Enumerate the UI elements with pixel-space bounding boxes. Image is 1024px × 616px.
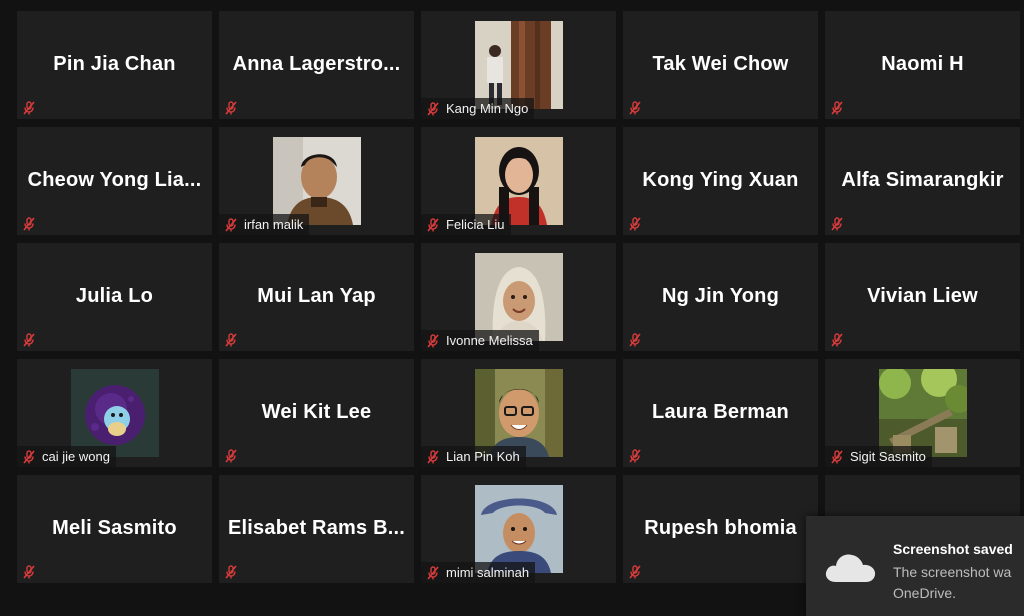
participant-caption: mimi salminah — [421, 562, 536, 583]
participant-tile[interactable]: Mui Lan Yap — [219, 243, 414, 351]
participant-tile[interactable]: Vivian Liew — [825, 243, 1020, 351]
mic-off-icon — [427, 449, 439, 464]
participant-tile[interactable]: cai jie wong — [17, 359, 212, 467]
participant-name: Kong Ying Xuan — [642, 169, 799, 191]
participant-tile[interactable]: mimi salminah — [421, 475, 616, 583]
participant-caption: irfan malik — [219, 214, 310, 235]
participant-tile[interactable]: Kang Min Ngo — [421, 11, 616, 119]
participant-caption: Sigit Sasmito — [825, 446, 932, 467]
mic-off-icon — [831, 101, 843, 115]
mic-off-icon — [23, 101, 35, 115]
participant-tile[interactable]: Sigit Sasmito — [825, 359, 1020, 467]
mic-off-icon — [23, 565, 35, 579]
mic-off-icon — [629, 449, 641, 463]
mic-off-icon — [427, 333, 439, 348]
participant-tile[interactable]: Cheow Yong Lia... — [17, 127, 212, 235]
mic-off-icon — [225, 217, 237, 232]
participant-tile[interactable]: irfan malik — [219, 127, 414, 235]
mic-off-icon — [23, 333, 35, 347]
participant-caption: Felicia Liu — [421, 214, 511, 235]
participant-name: Naomi H — [881, 53, 964, 75]
mic-off-icon — [225, 101, 237, 115]
participant-name: Ivonne Melissa — [446, 333, 533, 348]
participant-tile[interactable]: Kong Ying Xuan — [623, 127, 818, 235]
forest-scene-photo — [878, 369, 967, 457]
participant-tile[interactable]: Anna Lagerstro... — [219, 11, 414, 119]
participant-tile[interactable]: Wei Kit Lee — [219, 359, 414, 467]
mic-off-icon — [831, 333, 843, 347]
participant-caption: Ivonne Melissa — [421, 330, 539, 351]
participant-name: Pin Jia Chan — [53, 53, 176, 75]
participant-name: Ng Jin Yong — [661, 285, 779, 307]
participant-name: Lian Pin Koh — [446, 449, 520, 464]
participant-name: Wei Kit Lee — [261, 401, 372, 423]
participant-name: Felicia Liu — [446, 217, 505, 232]
toast-title: Screenshot saved — [893, 541, 1013, 557]
participant-grid: Pin Jia Chan Anna Lagerstro... Kang Min Ng… — [17, 11, 1020, 583]
mic-off-icon — [225, 449, 237, 463]
cartoon-avatar-photo — [70, 369, 159, 457]
mic-off-icon — [427, 217, 439, 232]
participant-tile[interactable]: Julia Lo — [17, 243, 212, 351]
participant-tile[interactable]: Meli Sasmito — [17, 475, 212, 583]
participant-tile[interactable]: Laura Berman — [623, 359, 818, 467]
mic-off-icon — [427, 565, 439, 580]
participant-name: mimi salminah — [446, 565, 530, 580]
mic-off-icon — [23, 217, 35, 231]
participant-name: Elisabet Rams B... — [228, 517, 405, 539]
participant-name: Julia Lo — [75, 285, 154, 307]
participant-name: cai jie wong — [42, 449, 110, 464]
participant-tile[interactable]: Tak Wei Chow — [623, 11, 818, 119]
mic-off-icon — [831, 449, 843, 464]
participant-tile[interactable]: Felicia Liu — [421, 127, 616, 235]
mic-off-icon — [629, 565, 641, 579]
participant-name: Laura Berman — [652, 401, 789, 423]
mic-off-icon — [629, 333, 641, 347]
woman-portrait-photo — [474, 137, 563, 225]
toast-body-line1: The screenshot wa — [893, 564, 1012, 580]
screenshot-toast[interactable]: Screenshot saved The screenshot wa OneDr… — [806, 516, 1024, 616]
participant-name: Tak Wei Chow — [652, 53, 789, 75]
participant-name: Meli Sasmito — [52, 517, 177, 539]
toast-body: The screenshot wa OneDrive. — [893, 562, 1024, 604]
woman-hat-photo — [474, 485, 563, 573]
participant-tile[interactable]: Elisabet Rams B... — [219, 475, 414, 583]
man-portrait-photo — [272, 137, 361, 225]
participant-name: Sigit Sasmito — [850, 449, 926, 464]
forest-tree-photo — [474, 21, 563, 109]
mic-off-icon — [427, 101, 439, 116]
participant-name: Kang Min Ngo — [446, 101, 529, 116]
mic-off-icon — [629, 217, 641, 231]
participant-name: Vivian Liew — [867, 285, 978, 307]
mic-off-icon — [629, 101, 641, 115]
mic-off-icon — [225, 333, 237, 347]
participant-tile[interactable]: Pin Jia Chan — [17, 11, 212, 119]
participant-tile[interactable]: Ng Jin Yong — [623, 243, 818, 351]
participant-tile[interactable]: Lian Pin Koh — [421, 359, 616, 467]
mic-off-icon — [225, 565, 237, 579]
participant-caption: cai jie wong — [17, 446, 116, 467]
participant-name: Rupesh bhomia — [644, 517, 797, 539]
man-glasses-photo — [474, 369, 563, 457]
participant-name: Alfa Simarangkir — [841, 169, 1004, 191]
participant-tile[interactable]: Ivonne Melissa — [421, 243, 616, 351]
onedrive-cloud-icon — [825, 554, 876, 582]
mic-off-icon — [831, 217, 843, 231]
participant-name: irfan malik — [244, 217, 304, 232]
participant-name: Cheow Yong Lia... — [27, 169, 202, 191]
participant-caption: Kang Min Ngo — [421, 98, 535, 119]
mic-off-icon — [23, 449, 35, 464]
participant-tile[interactable]: Alfa Simarangkir — [825, 127, 1020, 235]
hijab-portrait-photo — [474, 253, 563, 341]
toast-body-line2: OneDrive. — [893, 585, 957, 601]
participant-name: Mui Lan Yap — [257, 285, 376, 307]
participant-name: Anna Lagerstro... — [232, 53, 401, 75]
participant-tile[interactable]: Rupesh bhomia — [623, 475, 818, 583]
participant-caption: Lian Pin Koh — [421, 446, 526, 467]
participant-tile[interactable]: Naomi H — [825, 11, 1020, 119]
